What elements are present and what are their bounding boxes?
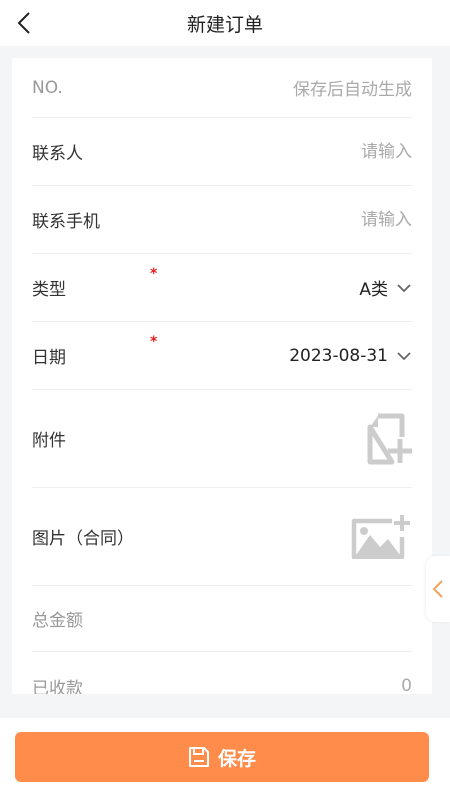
phone-row: 联系手机 bbox=[32, 186, 412, 254]
order-no-row: NO. 保存后自动生成 bbox=[32, 58, 412, 118]
type-value: A类 bbox=[359, 280, 388, 300]
add-image-button[interactable] bbox=[350, 514, 412, 559]
page-title: 新建订单 bbox=[186, 13, 263, 36]
chevron-left-icon bbox=[17, 12, 30, 34]
type-row: 类型 * A类 bbox=[32, 254, 412, 322]
date-picker[interactable]: 2023-08-31 bbox=[289, 346, 412, 366]
chevron-left-icon bbox=[432, 580, 443, 598]
total-label: 总金额 bbox=[32, 611, 83, 631]
date-required-mark: * bbox=[150, 334, 158, 350]
save-icon bbox=[188, 747, 209, 767]
received-value: 0 bbox=[401, 676, 412, 694]
order-no-value: 保存后自动生成 bbox=[293, 80, 412, 100]
type-select[interactable]: A类 bbox=[359, 275, 412, 300]
total-row: 总金额 bbox=[32, 586, 412, 652]
add-attachment-button[interactable] bbox=[364, 413, 412, 465]
contact-label: 联系人 bbox=[32, 144, 83, 164]
back-button[interactable] bbox=[8, 7, 40, 39]
image-row: 图片（合同） bbox=[32, 488, 412, 586]
save-button[interactable]: 保存 bbox=[15, 732, 429, 782]
order-no-label: NO. bbox=[32, 77, 63, 98]
attachment-label: 附件 bbox=[32, 431, 66, 451]
new-order-page: 新建订单 NO. 保存后自动生成 联系人 联系手机 类型 * A类 bbox=[0, 0, 450, 800]
add-file-icon bbox=[367, 413, 412, 464]
received-row: 已收款 0 bbox=[32, 652, 412, 694]
phone-label: 联系手机 bbox=[32, 212, 100, 232]
contact-input[interactable] bbox=[212, 141, 412, 162]
chevron-down-icon bbox=[397, 283, 411, 292]
attachment-row: 附件 bbox=[32, 390, 412, 488]
side-drawer-tab[interactable] bbox=[426, 556, 450, 622]
bottom-bar: 保存 bbox=[0, 718, 450, 800]
order-form: NO. 保存后自动生成 联系人 联系手机 类型 * A类 日期 * bbox=[12, 58, 432, 694]
type-required-mark: * bbox=[150, 266, 158, 282]
phone-input[interactable] bbox=[212, 209, 412, 230]
received-label: 已收款 bbox=[32, 678, 83, 695]
contact-row: 联系人 bbox=[32, 118, 412, 186]
add-image-icon bbox=[351, 514, 410, 559]
date-row: 日期 * 2023-08-31 bbox=[32, 322, 412, 390]
header-bar: 新建订单 bbox=[0, 0, 450, 46]
date-label: 日期 bbox=[32, 348, 66, 368]
date-value: 2023-08-31 bbox=[289, 345, 388, 366]
chevron-down-icon bbox=[397, 351, 411, 360]
type-label: 类型 bbox=[32, 280, 66, 300]
image-label: 图片（合同） bbox=[32, 529, 134, 549]
save-label: 保存 bbox=[217, 747, 256, 770]
